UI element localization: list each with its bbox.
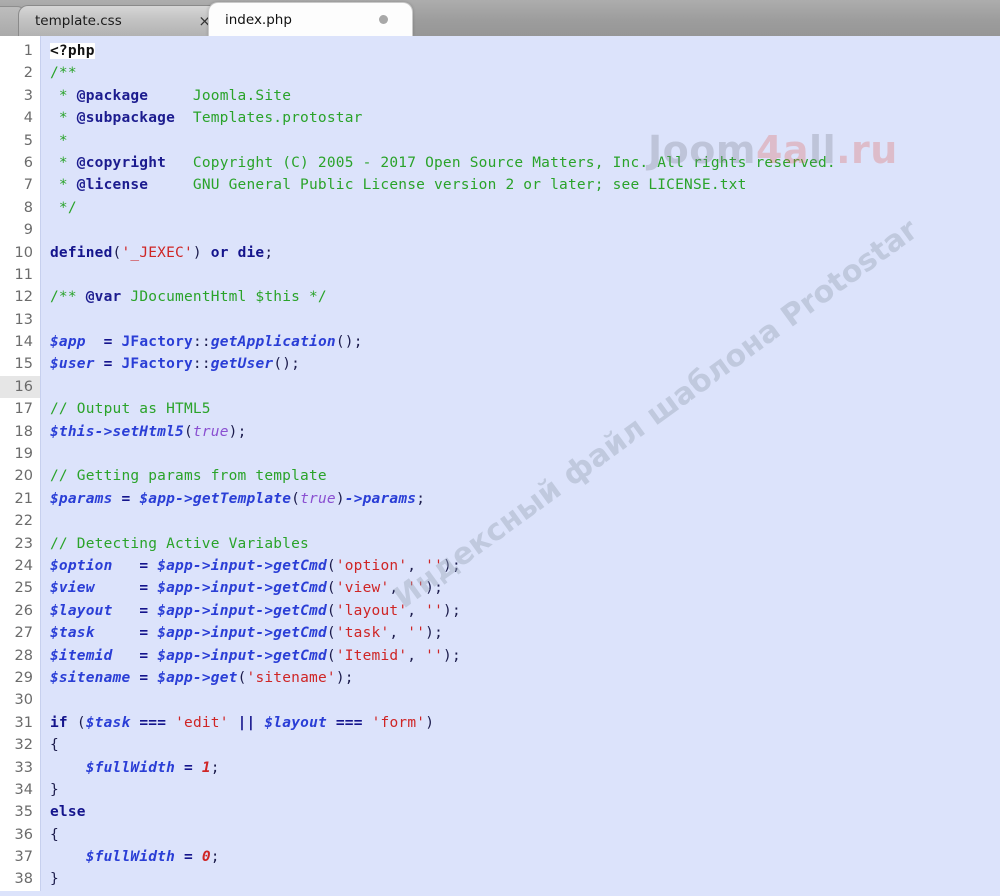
line-number: 11: [14, 266, 33, 283]
code-line: {: [50, 737, 59, 754]
line-number: 35: [14, 804, 33, 821]
line-number: 10: [14, 244, 33, 261]
line-number-gutter[interactable]: 1 2 3 4 5 6 7 8 9 10 11 12 13 14 15 16 17 18 19 20 21 22 23 24 2…: [0, 36, 41, 891]
code-line: // Getting params from template: [50, 468, 327, 485]
code-line: * @package Joomla.Site: [50, 87, 292, 104]
code-line: $fullWidth = 1;: [85, 759, 220, 776]
line-number: 30: [14, 692, 33, 709]
code-line: // Output as HTML5: [50, 401, 211, 418]
line-number: 19: [14, 446, 33, 463]
line-number: 14: [14, 334, 33, 351]
tab-label: template.css: [35, 13, 122, 29]
editor-window: template.css × index.php Joom4all.ru Инд…: [0, 0, 1000, 896]
line-number: 32: [14, 737, 33, 754]
code-line: */: [50, 199, 77, 216]
code-line: * @license GNU General Public License ve…: [50, 177, 747, 194]
line-number: 1: [23, 43, 33, 59]
code-line: defined('_JEXEC') or die;: [50, 244, 274, 261]
line-number: 22: [14, 513, 33, 530]
code-line: * @subpackage Templates.protostar: [50, 110, 363, 127]
code-line: }: [50, 781, 59, 798]
code-line: $user = JFactory::getUser();: [50, 356, 301, 373]
code-line: /** @var JDocumentHtml $this */: [50, 289, 327, 306]
code-line: $task = $app->input->getCmd('task', '');: [50, 625, 444, 642]
line-number: 31: [14, 714, 33, 731]
code-line: <?php: [50, 43, 95, 59]
code-line: *: [50, 132, 68, 149]
line-number: 2: [23, 65, 33, 82]
line-number: 13: [14, 311, 33, 328]
line-number: 12: [14, 289, 33, 306]
line-number: 4: [23, 110, 33, 127]
line-number: 20: [14, 468, 33, 485]
code-line: $layout = $app->input->getCmd('layout', …: [50, 602, 461, 619]
code-line: $app = JFactory::getApplication();: [50, 334, 363, 351]
line-number: 18: [14, 423, 33, 440]
line-number: 3: [23, 87, 33, 104]
code-line: $this->setHtml5(true);: [50, 423, 247, 440]
tab-bar: template.css × index.php: [0, 0, 1000, 36]
code-line: if ($task === 'edit' || $layout === 'for…: [50, 714, 435, 731]
tab-template-css[interactable]: template.css ×: [18, 5, 228, 36]
line-number: 7: [23, 177, 33, 194]
line-number: 27: [14, 625, 33, 642]
code-editor[interactable]: Joom4all.ru Индексный файл шаблона Proto…: [0, 36, 1000, 896]
line-number: 6: [23, 154, 33, 171]
line-number: 21: [14, 490, 33, 507]
code-line: $fullWidth = 0;: [85, 849, 220, 866]
line-number: 5: [23, 132, 33, 149]
line-number: 26: [14, 602, 33, 619]
line-number: 24: [14, 557, 33, 574]
line-number: 17: [14, 401, 33, 418]
line-number: 34: [14, 781, 33, 798]
line-number: 16: [0, 375, 40, 399]
code-line: // Detecting Active Variables: [50, 535, 309, 552]
line-number: 23: [14, 535, 33, 552]
code-line: {: [50, 826, 59, 843]
code-line: $params = $app->getTemplate(true)->param…: [50, 490, 426, 507]
code-line: $option = $app->input->getCmd('option', …: [50, 557, 461, 574]
code-line: $sitename = $app->get('sitename');: [50, 669, 354, 686]
tab-label: index.php: [225, 11, 292, 28]
code-content[interactable]: <?php /** * @package Joomla.Site * @subp…: [41, 36, 1000, 891]
line-number: 36: [14, 826, 33, 843]
line-number: 37: [14, 849, 33, 866]
line-number: 9: [23, 222, 33, 239]
line-number: 29: [14, 669, 33, 686]
unsaved-changes-dot-icon: [379, 15, 388, 24]
code-line: else: [50, 804, 86, 821]
line-number: 38: [14, 871, 33, 888]
tab-index-php[interactable]: index.php: [208, 2, 413, 36]
line-number: 28: [14, 647, 33, 664]
line-number: 33: [14, 759, 33, 776]
code-line: $itemid = $app->input->getCmd('Itemid', …: [50, 647, 461, 664]
code-line: /**: [50, 65, 77, 82]
line-number: 8: [23, 199, 33, 216]
code-area: 1 2 3 4 5 6 7 8 9 10 11 12 13 14 15 16 17 18 19 20 21 22 23 24 2…: [0, 36, 1000, 891]
code-line: $view = $app->input->getCmd('view', '');: [50, 580, 444, 597]
code-line: * @copyright Copyright (C) 2005 - 2017 O…: [50, 154, 836, 171]
line-number: 25: [14, 580, 33, 597]
line-number: 15: [14, 356, 33, 373]
code-line: }: [50, 871, 59, 888]
